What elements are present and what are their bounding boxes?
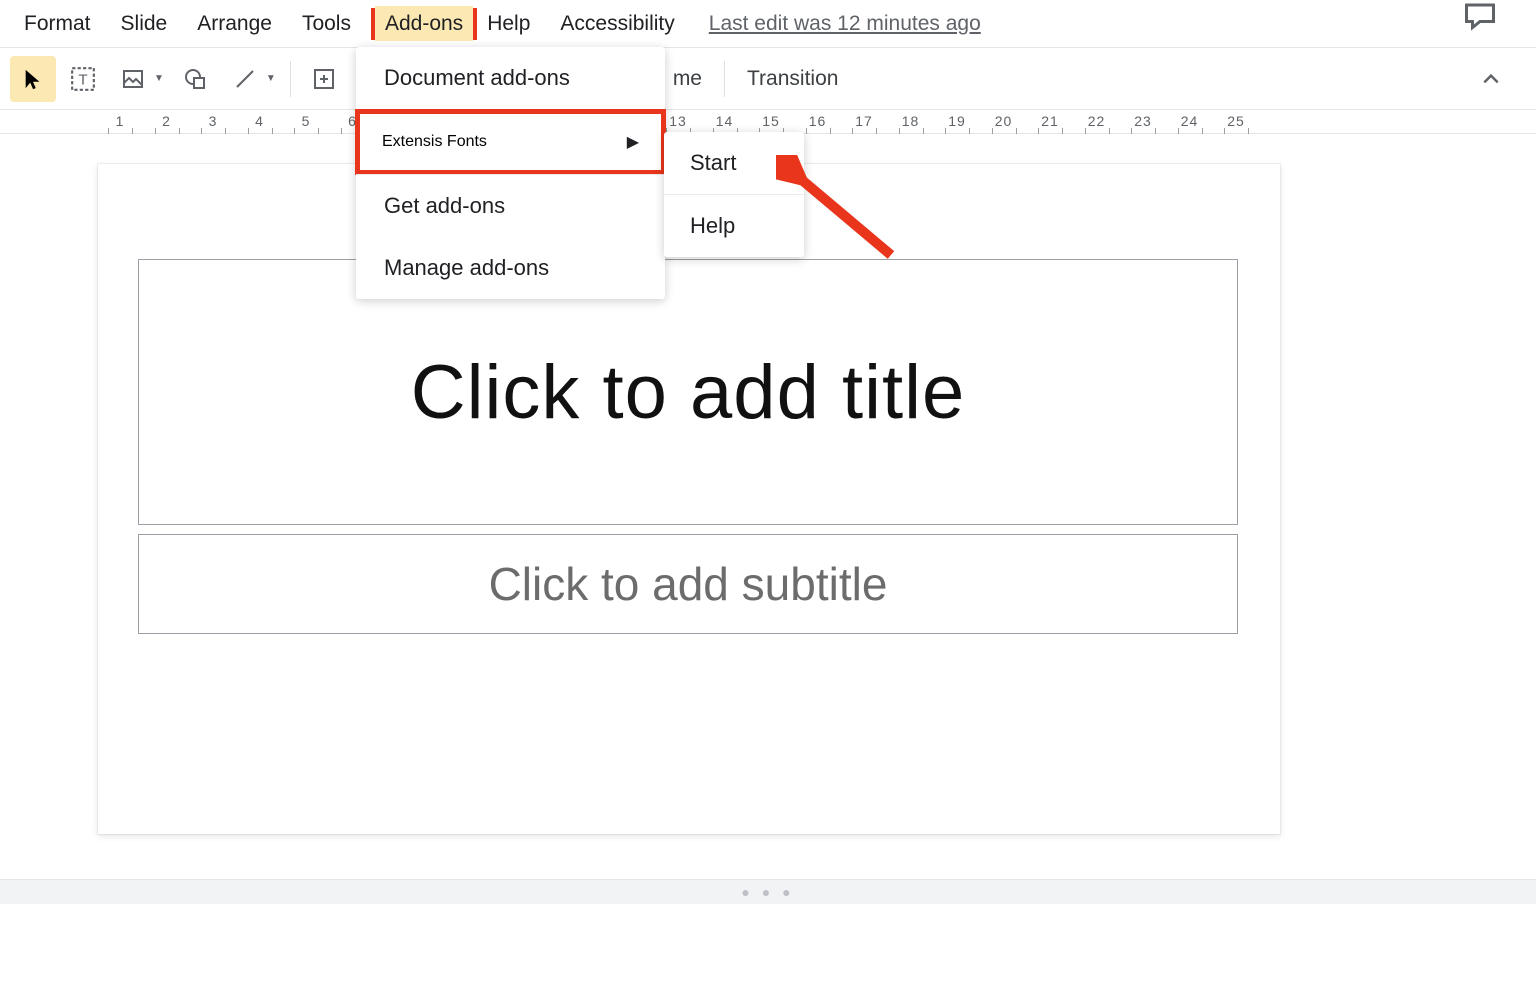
subtitle-placeholder-box[interactable]: Click to add subtitle	[138, 534, 1238, 634]
theme-button-fragment[interactable]: me	[659, 67, 716, 91]
comment-icon[interactable]	[1462, 0, 1498, 32]
shape-icon	[183, 67, 207, 91]
line-dropdown-caret[interactable]: ▼	[266, 73, 282, 84]
extensis-submenu: Start Help	[664, 132, 804, 257]
select-icon	[22, 68, 44, 90]
addons-dropdown: Document add-ons Extensis Fonts ▶ Get ad…	[356, 47, 665, 299]
subtitle-placeholder-text: Click to add subtitle	[489, 557, 888, 611]
shape-tool[interactable]	[172, 56, 218, 102]
menu-slide[interactable]: Slide	[111, 6, 178, 42]
insert-comment-tool[interactable]	[301, 56, 347, 102]
submenu-help[interactable]: Help	[664, 195, 804, 257]
extensis-fonts-item[interactable]: Extensis Fonts ▶	[355, 109, 666, 175]
image-dropdown-caret[interactable]: ▼	[154, 73, 170, 84]
line-tool[interactable]	[222, 56, 268, 102]
last-edit-link[interactable]: Last edit was 12 minutes ago	[709, 12, 981, 36]
chevron-up-icon	[1481, 69, 1501, 89]
toolbar-separator	[290, 61, 291, 97]
textbox-tool[interactable]: T	[60, 56, 106, 102]
submenu-arrow-icon: ▶	[627, 132, 639, 152]
menu-format[interactable]: Format	[14, 6, 101, 42]
menu-help[interactable]: Help	[477, 6, 540, 42]
menu-tools[interactable]: Tools	[292, 6, 361, 42]
toolbar-separator-2	[724, 61, 725, 97]
svg-text:T: T	[78, 71, 87, 88]
image-icon	[121, 67, 145, 91]
line-icon	[233, 67, 257, 91]
toolbar: T ▼ ▼ me Transition	[0, 48, 1536, 110]
menu-addons-highlight: Add-ons	[371, 8, 477, 40]
menu-arrange[interactable]: Arrange	[187, 6, 282, 42]
slide[interactable]: Click to add title Click to add subtitle	[98, 164, 1280, 834]
menu-accessibility[interactable]: Accessibility	[550, 6, 684, 42]
menu-addons[interactable]: Add-ons	[375, 6, 473, 41]
image-tool[interactable]	[110, 56, 156, 102]
submenu-start[interactable]: Start	[664, 132, 804, 194]
bottom-bar: ● ● ●	[0, 880, 1536, 904]
collapse-toolbar[interactable]	[1468, 56, 1514, 102]
get-addons-item[interactable]: Get add-ons	[356, 175, 665, 237]
insert-box-icon	[312, 67, 336, 91]
extensis-fonts-label: Extensis Fonts	[382, 133, 487, 151]
document-addons-item[interactable]: Document add-ons	[356, 47, 665, 109]
menubar: Format Slide Arrange Tools Add-ons Help …	[0, 0, 1536, 48]
transition-button[interactable]: Transition	[733, 67, 852, 91]
title-placeholder-text: Click to add title	[411, 349, 965, 436]
manage-addons-item[interactable]: Manage add-ons	[356, 237, 665, 299]
textbox-icon: T	[70, 66, 96, 92]
drag-handle-icon[interactable]: ● ● ●	[741, 884, 794, 900]
select-tool[interactable]	[10, 56, 56, 102]
ruler: 1234567891011121314151617181920212223242…	[0, 110, 1536, 134]
title-placeholder-box[interactable]: Click to add title	[138, 259, 1238, 525]
